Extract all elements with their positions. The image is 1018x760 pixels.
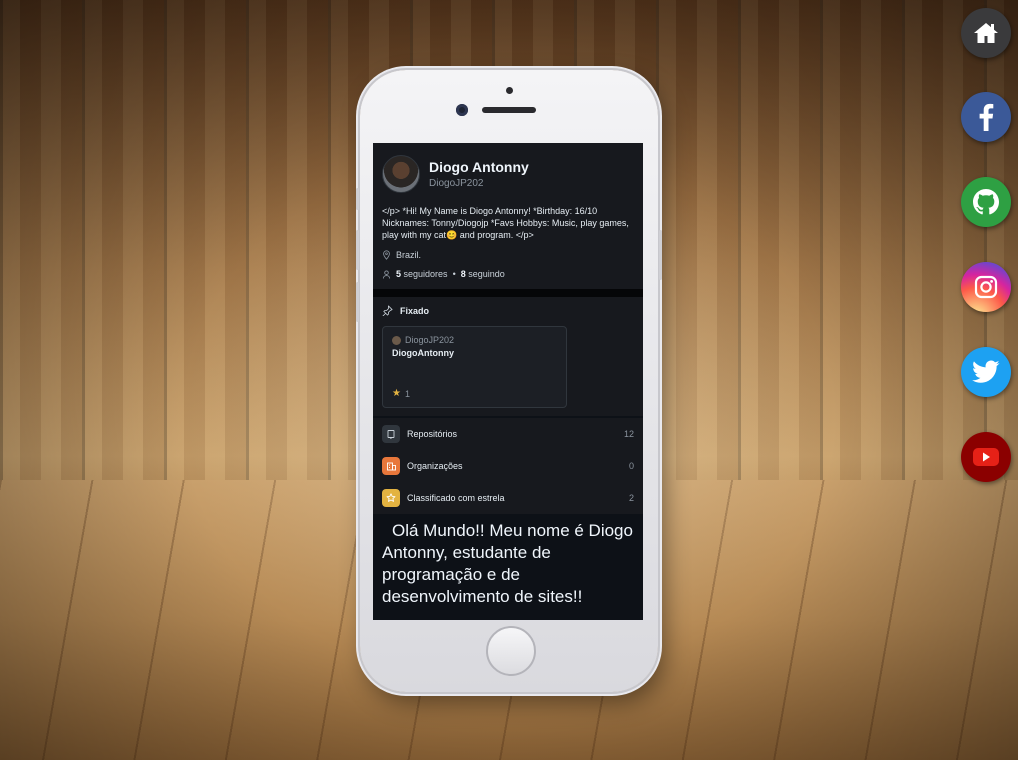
list-item-label: Repositórios: [407, 429, 458, 439]
pinned-repo-card[interactable]: DiogoJP202 DiogoAntonny ★ 1: [382, 326, 567, 408]
profile-card: Diogo Antonny DiogoJP202 </p> *Hi! My Na…: [373, 143, 643, 289]
twitter-link[interactable]: [961, 347, 1011, 397]
list-item-count: 2: [628, 493, 634, 503]
home-link[interactable]: [961, 8, 1011, 58]
home-icon: [974, 23, 998, 43]
repo-stars: ★ 1: [392, 388, 410, 399]
list-item-label: Classificado com estrela: [407, 493, 505, 503]
facebook-icon: [979, 103, 994, 131]
power-button: [659, 230, 662, 280]
repo-icon: [382, 425, 400, 443]
facebook-link[interactable]: [961, 92, 1011, 142]
proximity-sensor: [506, 87, 513, 94]
followers-count[interactable]: 5: [396, 269, 401, 279]
star-icon: [382, 489, 400, 507]
people-icon: [382, 269, 391, 279]
earpiece-speaker: [482, 107, 536, 113]
following-label[interactable]: seguindo: [468, 269, 505, 279]
repo-owner: DiogoJP202: [405, 335, 455, 345]
followers-row: 5 seguidores • 8 seguindo: [382, 269, 634, 279]
repo-name[interactable]: DiogoAntonny: [392, 348, 557, 358]
meta-separator: •: [452, 269, 456, 279]
intro-text: Olá Mundo!! Meu nome é Diogo Antonny, es…: [373, 514, 643, 608]
profile-bio: </p> *Hi! My Name is Diogo Antonny! *Bir…: [382, 206, 629, 240]
section-divider: [373, 289, 643, 297]
following-count[interactable]: 8: [461, 269, 466, 279]
list-item-repositories[interactable]: Repositórios 12: [373, 418, 643, 450]
followers-label[interactable]: seguidores: [404, 269, 448, 279]
twitter-icon: [972, 360, 1000, 383]
phone-mockup: Diogo Antonny DiogoJP202 </p> *Hi! My Na…: [356, 70, 662, 692]
avatar[interactable]: [382, 155, 420, 193]
repo-owner-avatar: [392, 335, 401, 345]
organization-icon: [382, 457, 400, 475]
github-link[interactable]: [961, 177, 1011, 227]
github-icon: [973, 189, 999, 215]
pin-icon: [382, 305, 393, 316]
list-item-starred[interactable]: Classificado com estrela 2: [373, 482, 643, 514]
star-icon: ★: [392, 388, 401, 399]
list-item-label: Organizações: [407, 461, 463, 471]
instagram-icon: [974, 275, 998, 299]
youtube-link[interactable]: [961, 432, 1011, 482]
location-pin-icon: [383, 250, 390, 260]
phone-screen: Diogo Antonny DiogoJP202 </p> *Hi! My Na…: [373, 143, 643, 620]
list-item-organizations[interactable]: Organizações 0: [373, 450, 643, 482]
list-item-count: 12: [623, 429, 634, 439]
mute-switch: [356, 188, 359, 210]
front-camera: [456, 104, 468, 116]
pinned-section: Fixado DiogoJP202 DiogoAntonny ★ 1: [373, 297, 643, 416]
repo-star-count: 1: [404, 388, 410, 399]
instagram-link[interactable]: [961, 262, 1011, 312]
profile-links-list: Repositórios 12 Organizações 0 Classific…: [373, 418, 643, 514]
location-row: Brazil.: [382, 250, 634, 260]
volume-up-button: [356, 230, 359, 270]
list-item-count: 0: [628, 461, 634, 471]
location-text: Brazil.: [396, 250, 422, 260]
volume-down-button: [356, 282, 359, 322]
profile-name: Diogo Antonny: [429, 159, 529, 175]
home-button[interactable]: [486, 626, 536, 676]
profile-login: DiogoJP202: [429, 178, 484, 189]
youtube-icon: [973, 448, 999, 466]
pinned-title: Fixado: [400, 305, 430, 316]
